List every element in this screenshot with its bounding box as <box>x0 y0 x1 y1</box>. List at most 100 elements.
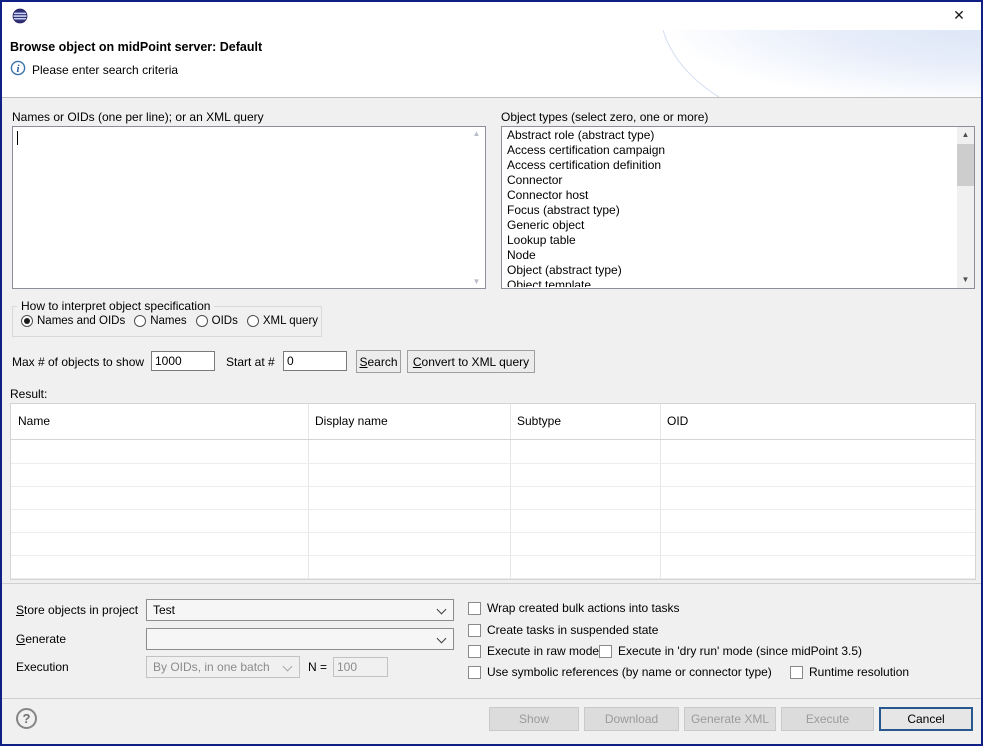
results-table-body <box>11 441 975 579</box>
interpretation-group: How to interpret object specification Na… <box>12 306 322 337</box>
execution-combo: By OIDs, in one batch <box>146 656 300 678</box>
radio-icon <box>134 315 146 327</box>
table-row <box>11 487 975 510</box>
results-table: Name Display name Subtype OID <box>10 403 976 580</box>
dialog-window: ✕ Browse object on midPoint server: Defa… <box>0 0 983 746</box>
chevron-down-icon <box>437 634 447 644</box>
dialog-header: Browse object on midPoint server: Defaul… <box>2 30 981 97</box>
output-options-panel: Store objects in project Test Generate E… <box>2 583 981 699</box>
checkbox-label: Wrap created bulk actions into tasks <box>487 601 680 615</box>
footer-buttons: Show Download Generate XML Execute Cance… <box>489 707 973 731</box>
checkbox-runtime-resolution[interactable]: Runtime resolution <box>790 664 909 680</box>
convert-to-xml-query-button[interactable]: Convert to XML query <box>407 350 535 373</box>
help-icon[interactable]: ? <box>16 708 37 729</box>
scroll-up-icon[interactable]: ▲ <box>957 127 974 143</box>
object-type-option[interactable]: Connector <box>503 173 956 188</box>
checkbox-icon <box>599 645 612 658</box>
object-types-label: Object types (select zero, one or more) <box>501 110 708 124</box>
checkbox-icon <box>790 666 803 679</box>
checkbox-icon <box>468 666 481 679</box>
info-message: Please enter search criteria <box>32 63 178 77</box>
object-type-option[interactable]: Focus (abstract type) <box>503 203 956 218</box>
column-header-name[interactable]: Name <box>11 404 308 439</box>
object-types-list[interactable]: Abstract role (abstract type)Access cert… <box>501 126 975 289</box>
object-type-option[interactable]: Abstract role (abstract type) <box>503 128 956 143</box>
object-type-option[interactable]: Node <box>503 248 956 263</box>
radio-names-and-oids[interactable]: Names and OIDs <box>21 315 125 327</box>
close-icon[interactable]: ✕ <box>949 5 969 25</box>
execute-button: Execute <box>781 707 874 731</box>
checkbox-execute-raw-mode[interactable]: Execute in raw mode <box>468 643 599 659</box>
generate-combo[interactable] <box>146 628 454 650</box>
start-at-input[interactable] <box>283 351 347 371</box>
max-objects-label: Max # of objects to show <box>12 355 144 369</box>
radio-label: OIDs <box>212 315 238 327</box>
object-type-option[interactable]: Object template <box>503 278 956 287</box>
radio-icon <box>21 315 33 327</box>
checkbox-symbolic-references[interactable]: Use symbolic references (by name or conn… <box>468 664 772 680</box>
show-button: Show <box>489 707 579 731</box>
query-label: Names or OIDs (one per line); or an XML … <box>12 110 264 124</box>
object-type-option[interactable]: Access certification definition <box>503 158 956 173</box>
scrollbar-thumb[interactable] <box>957 144 974 186</box>
checkbox-icon <box>468 645 481 658</box>
object-types-items: Abstract role (abstract type)Access cert… <box>503 128 956 287</box>
table-row <box>11 441 975 464</box>
dialog-title: Browse object on midPoint server: Defaul… <box>10 40 262 54</box>
n-value-input <box>333 657 388 677</box>
query-textarea[interactable]: ▲ ▼ <box>12 126 486 289</box>
checkbox-create-tasks-suspended[interactable]: Create tasks in suspended state <box>468 622 658 638</box>
object-type-option[interactable]: Lookup table <box>503 233 956 248</box>
checkbox-label: Use symbolic references (by name or conn… <box>487 665 772 679</box>
chevron-down-icon <box>437 605 447 615</box>
object-type-option[interactable]: Access certification campaign <box>503 143 956 158</box>
download-button: Download <box>584 707 679 731</box>
radio-names[interactable]: Names <box>134 315 186 327</box>
interpretation-group-label: How to interpret object specification <box>17 299 214 313</box>
radio-xml-query[interactable]: XML query <box>247 315 318 327</box>
list-scrollbar[interactable]: ▲ ▼ <box>957 127 974 288</box>
scroll-down-icon[interactable]: ▼ <box>957 272 974 288</box>
checkbox-label: Execute in 'dry run' mode (since midPoin… <box>618 644 862 658</box>
radio-label: Names <box>150 315 186 327</box>
object-type-option[interactable]: Generic object <box>503 218 956 233</box>
max-objects-input[interactable] <box>151 351 215 371</box>
object-type-option[interactable]: Connector host <box>503 188 956 203</box>
titlebar: ✕ <box>2 2 981 30</box>
checkbox-label: Create tasks in suspended state <box>487 623 658 637</box>
search-button[interactable]: Search <box>356 350 401 373</box>
scroll-down-icon[interactable]: ▼ <box>469 277 484 286</box>
column-header-oid[interactable]: OID <box>660 404 975 439</box>
combo-value: Test <box>153 603 175 617</box>
table-row <box>11 556 975 579</box>
header-banner-graphic <box>621 30 981 97</box>
table-row <box>11 533 975 556</box>
start-at-label: Start at # <box>226 355 275 369</box>
scroll-up-icon[interactable]: ▲ <box>469 129 484 138</box>
checkbox-execute-dry-run[interactable]: Execute in 'dry run' mode (since midPoin… <box>599 643 862 659</box>
n-equals-label: N = <box>308 660 327 674</box>
store-project-combo[interactable]: Test <box>146 599 454 621</box>
checkbox-label: Execute in raw mode <box>487 644 599 658</box>
radio-icon <box>247 315 259 327</box>
radio-oids[interactable]: OIDs <box>196 315 238 327</box>
results-table-header: Name Display name Subtype OID <box>11 404 975 440</box>
checkbox-icon <box>468 624 481 637</box>
column-header-subtype[interactable]: Subtype <box>510 404 660 439</box>
text-caret <box>17 131 18 145</box>
info-icon: i <box>10 60 26 76</box>
radio-label: XML query <box>263 315 318 327</box>
table-row <box>11 510 975 533</box>
checkbox-wrap-bulk-actions[interactable]: Wrap created bulk actions into tasks <box>468 600 680 616</box>
object-type-option[interactable]: Object (abstract type) <box>503 263 956 278</box>
checkbox-label: Runtime resolution <box>809 665 909 679</box>
checkbox-icon <box>468 602 481 615</box>
generate-xml-button: Generate XML <box>684 707 776 731</box>
chevron-down-icon <box>283 662 293 672</box>
column-header-display-name[interactable]: Display name <box>308 404 510 439</box>
combo-value: By OIDs, in one batch <box>153 660 270 674</box>
generate-label: Generate <box>16 632 66 646</box>
cancel-button[interactable]: Cancel <box>879 707 973 731</box>
radio-label: Names and OIDs <box>37 315 125 327</box>
interpretation-radio-row: Names and OIDs Names OIDs XML query <box>21 315 318 327</box>
